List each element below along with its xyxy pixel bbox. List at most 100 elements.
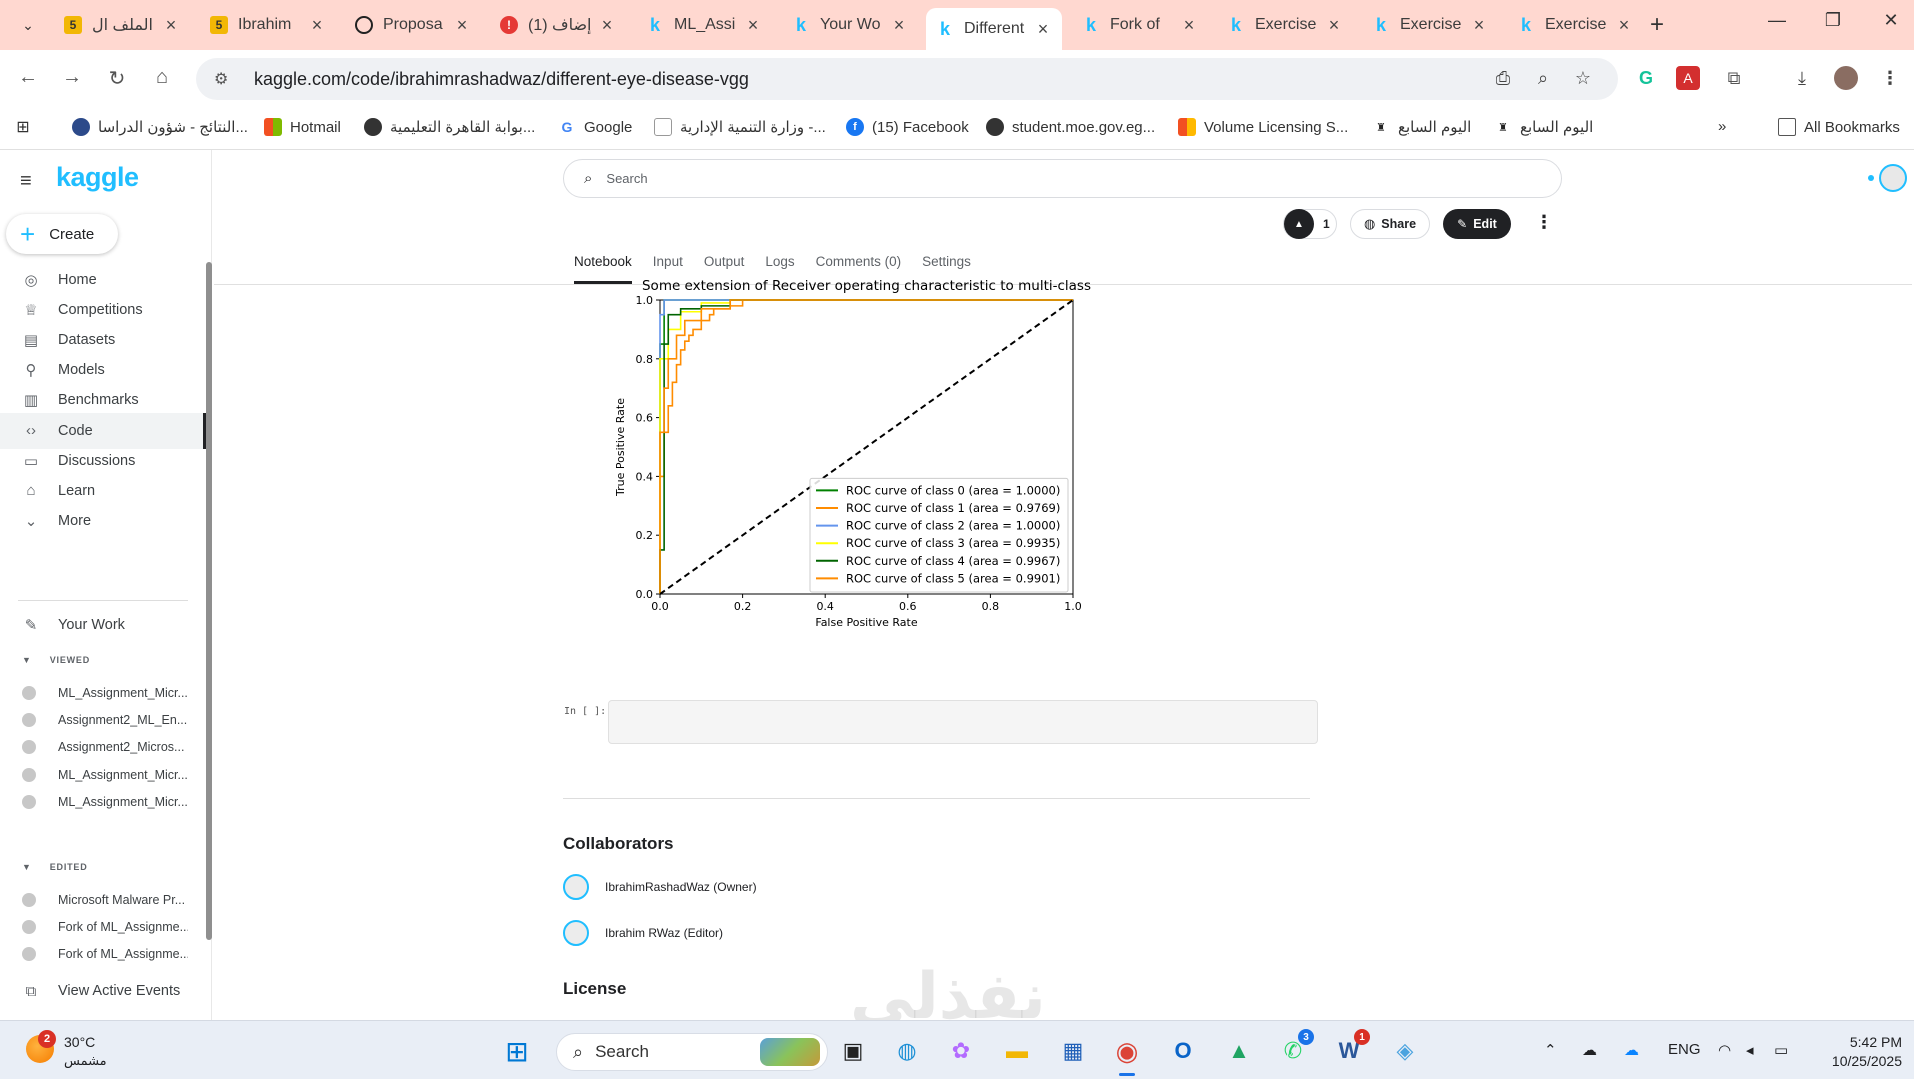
browser-tab[interactable]: k Exercise × [1362,8,1498,42]
outlook-icon[interactable]: O [1166,1034,1200,1068]
bookmark-item[interactable]: G Google [558,118,633,136]
chrome-menu-icon[interactable]: ⋮ [1876,64,1904,92]
close-tab-icon[interactable]: × [1325,15,1343,36]
tray-overflow-icon[interactable]: ⌃ [1544,1041,1557,1059]
view-active-events-link[interactable]: ⧉ View Active Events [0,979,206,1003]
browser-tab[interactable]: k Exercise × [1507,8,1643,42]
create-button[interactable]: + Create [6,214,118,254]
wifi-icon[interactable]: ◠ [1718,1041,1731,1059]
bookmark-item[interactable]: Hotmail [264,118,341,136]
pdf-icon[interactable]: A [1676,66,1700,90]
recent-notebook-item[interactable]: Fork of ML_Assignme... [0,912,200,942]
kaggle-logo[interactable]: kaggle [56,162,139,193]
close-tab-icon[interactable]: × [1180,15,1198,36]
bookmark-item[interactable]: بوابة القاهرة التعليمية... [364,118,535,136]
hamburger-menu-icon[interactable]: ≡ [20,170,32,193]
chrome-icon[interactable]: ◉ [1110,1034,1144,1068]
apps-grid-icon[interactable]: ⊞ [14,118,40,136]
file-explorer-icon[interactable]: ▬ [1000,1034,1034,1068]
browser-tab[interactable]: k Your Wo × [782,8,918,42]
back-icon[interactable]: ← [14,66,42,89]
edge-icon[interactable]: ◍ [890,1034,924,1068]
kaggle-user-avatar[interactable] [1879,164,1907,192]
app-icon[interactable]: ◈ [1388,1034,1422,1068]
minimize-icon[interactable]: — [1762,10,1792,31]
zoom-icon[interactable]: ⌕ [1530,68,1556,89]
extensions-icon[interactable]: ⧉ [1720,64,1748,92]
browser-tab[interactable]: k Fork of × [1072,8,1208,42]
site-info-icon[interactable]: ⚙ [214,69,234,89]
profile-avatar[interactable] [1834,66,1858,90]
volume-icon[interactable]: ◂ [1746,1041,1754,1059]
recent-notebook-item[interactable]: Fork of ML_Assignme... [0,939,200,969]
restore-icon[interactable]: ❐ [1818,10,1848,31]
sidebar-scrollbar[interactable] [206,262,212,940]
sidebar-item-more[interactable]: ⌄ More [0,503,206,539]
collaborator-owner[interactable]: IbrahimRashadWaz (Owner) [563,874,757,900]
install-app-icon[interactable]: ⎙ [1490,68,1516,89]
close-tab-icon[interactable]: × [744,15,762,36]
share-button[interactable]: ◍ Share [1350,209,1430,239]
temperature[interactable]: 30°C [64,1034,95,1050]
recent-notebook-item[interactable]: ML_Assignment_Micr... [0,760,200,790]
bookmark-item[interactable]: Volume Licensing S... [1178,118,1348,136]
bookmark-item[interactable]: f (15) Facebook [846,118,969,136]
close-tab-icon[interactable]: × [453,15,471,36]
windows-start-icon[interactable]: ⊞ [500,1034,534,1068]
bookmark-item[interactable]: ♜ اليوم السابع [1372,118,1471,136]
address-bar[interactable]: ⚙ kaggle.com/code/ibrahimrashadwaz/diffe… [196,58,1618,100]
battery-icon[interactable]: ▭ [1774,1041,1788,1059]
more-options-icon[interactable]: ⋮ [1535,212,1553,233]
language-indicator[interactable]: ENG [1668,1041,1701,1058]
kaggle-search-input[interactable]: ⌕ Search [563,159,1562,198]
all-bookmarks-button[interactable]: All Bookmarks [1778,118,1900,136]
sidebar-item-your-work[interactable]: ✎ Your Work [0,607,206,643]
browser-tab[interactable]: ! (1) إضاف × [490,8,626,42]
google-drive-icon[interactable]: ▲ [1222,1034,1256,1068]
close-window-icon[interactable]: ✕ [1876,10,1906,31]
browser-tab[interactable]: k ML_Assi × [636,8,772,42]
bookmark-item[interactable]: النتائج - شؤون الدراسا... [72,118,248,136]
cloud-icon[interactable]: ☁ [1582,1041,1597,1059]
home-icon[interactable]: ⌂ [148,66,176,89]
task-view-icon[interactable]: ▣ [836,1034,870,1068]
recent-notebook-item[interactable]: Assignment2_Micros... [0,732,200,762]
new-tab-button[interactable]: + [1650,11,1664,39]
reload-icon[interactable]: ↻ [103,66,131,91]
onedrive-icon[interactable]: ☁ [1624,1041,1639,1059]
bookmark-item[interactable]: وزارة التنمية الإدارية -... [654,118,826,136]
bookmark-item[interactable]: student.moe.gov.eg... [986,118,1155,136]
download-icon[interactable]: ⤓ [1788,64,1816,92]
edit-button[interactable]: ✎ Edit [1443,209,1511,239]
close-tab-icon[interactable]: × [308,15,326,36]
browser-tab[interactable]: 5 Ibrahim × [200,8,336,42]
copilot-icon[interactable]: ✿ [944,1034,978,1068]
close-tab-icon[interactable]: × [1470,15,1488,36]
bookmark-star-icon[interactable]: ☆ [1570,68,1596,89]
upvote-button[interactable]: ▲ 1 [1283,209,1337,239]
close-tab-icon[interactable]: × [162,15,180,36]
more-bookmarks-icon[interactable]: » [1718,118,1726,135]
browser-tab[interactable]: 5 الملف ال × [54,8,190,42]
close-tab-icon[interactable]: × [1034,19,1052,40]
empty-code-cell[interactable] [608,700,1318,744]
browser-tab[interactable]: Proposa × [345,8,481,42]
bookmark-item[interactable]: ♜ اليوم السابع [1494,118,1593,136]
recent-notebook-item[interactable]: ML_Assignment_Micr... [0,787,200,817]
close-tab-icon[interactable]: × [1615,15,1633,36]
recent-notebook-item[interactable]: ML_Assignment_Micr... [0,678,200,708]
recent-notebook-item[interactable]: Assignment2_ML_En... [0,705,200,735]
collaborator-editor[interactable]: Ibrahim RWaz (Editor) [563,920,723,946]
forward-icon[interactable]: → [58,66,86,89]
viewed-section-header[interactable]: ▼ VIEWED [22,655,90,665]
edited-section-header[interactable]: ▼ EDITED [22,862,88,872]
grammarly-icon[interactable]: G [1632,64,1660,92]
clock[interactable]: 5:42 PM 10/25/2025 [1818,1033,1902,1071]
close-tab-icon[interactable]: × [598,15,616,36]
browser-tab[interactable]: k Exercise × [1217,8,1353,42]
browser-tab[interactable]: k Different × [926,8,1062,50]
tab-search-icon[interactable]: ⌄ [14,11,42,39]
close-tab-icon[interactable]: × [890,15,908,36]
recent-notebook-item[interactable]: Microsoft Malware Pr... [0,885,200,915]
store-icon[interactable]: ▦ [1056,1034,1090,1068]
